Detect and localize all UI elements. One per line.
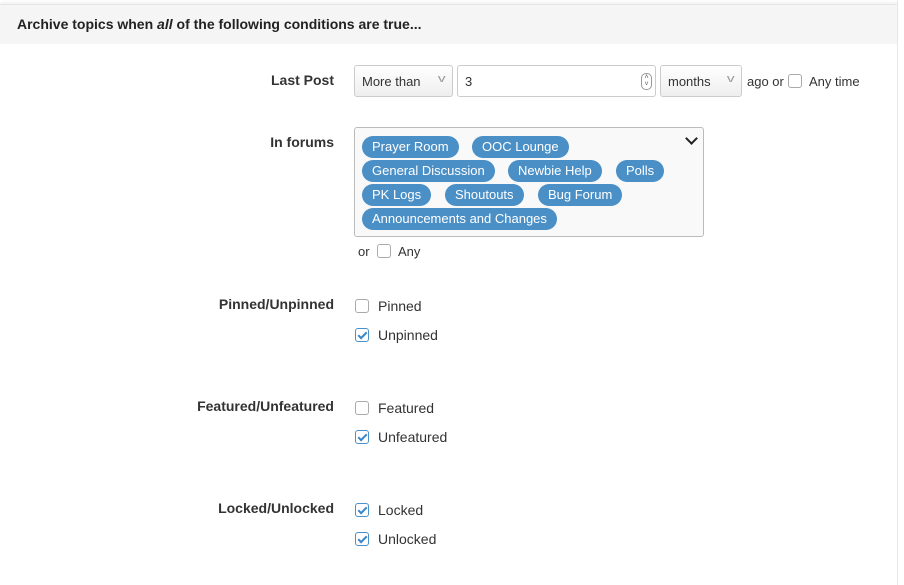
amount-value: 3 xyxy=(465,74,473,89)
unfeatured-checkbox[interactable] xyxy=(355,430,369,444)
unit-value: months xyxy=(668,74,711,89)
any-forum-label: Any xyxy=(398,244,421,259)
forum-tag[interactable]: PK Logs xyxy=(362,184,432,206)
forums-multiselect[interactable]: Prayer Room OOC Lounge General Discussio… xyxy=(354,127,704,237)
any-forum-checkbox[interactable] xyxy=(377,244,391,258)
forums-label: In forums xyxy=(270,134,334,150)
featured-checkbox[interactable] xyxy=(355,401,369,415)
any-time-checkbox[interactable] xyxy=(788,74,802,88)
pinned-group-label: Pinned/Unpinned xyxy=(218,296,334,312)
or-text: or xyxy=(358,244,370,259)
forum-tag[interactable]: General Discussion xyxy=(362,160,495,182)
unpinned-checkbox[interactable] xyxy=(355,328,369,342)
locked-group-label: Locked/Unlocked xyxy=(218,500,334,516)
forum-tag[interactable]: Newbie Help xyxy=(508,160,602,182)
comparison-select[interactable]: More than v xyxy=(354,65,453,97)
unpinned-label: Unpinned xyxy=(378,327,438,343)
any-time-label: Any time xyxy=(809,74,860,89)
unlocked-checkbox[interactable] xyxy=(355,532,369,546)
chevron-down-icon: v xyxy=(437,73,446,85)
stepper-icon[interactable]: ˄ ˅ xyxy=(641,73,652,90)
pinned-checkbox[interactable] xyxy=(355,299,369,313)
ago-or-text: ago or xyxy=(747,74,784,89)
chevron-down-icon[interactable] xyxy=(685,132,698,145)
featured-group-label: Featured/Unfeatured xyxy=(197,398,334,414)
locked-checkbox[interactable] xyxy=(355,503,369,517)
section-title: Archive topics when all of the following… xyxy=(17,16,422,32)
featured-label: Featured xyxy=(378,400,435,416)
forum-tag[interactable]: Polls xyxy=(616,160,665,182)
last-post-label: Last Post xyxy=(270,72,334,88)
pinned-label: Pinned xyxy=(378,298,422,314)
unfeatured-label: Unfeatured xyxy=(378,429,448,445)
forum-tag[interactable]: Shoutouts xyxy=(445,184,524,206)
forum-tag[interactable]: Prayer Room xyxy=(362,136,459,158)
locked-label: Locked xyxy=(378,502,424,518)
amount-input[interactable]: 3 ˄ ˅ xyxy=(457,65,656,97)
section-header: Archive topics when all of the following… xyxy=(0,4,897,44)
forum-tag[interactable]: OOC Lounge xyxy=(472,136,569,158)
forum-tag[interactable]: Bug Forum xyxy=(538,184,623,206)
comparison-value: More than xyxy=(362,74,421,89)
unlocked-label: Unlocked xyxy=(378,531,437,547)
right-border xyxy=(897,0,898,585)
unit-select[interactable]: months v xyxy=(660,65,742,97)
chevron-down-icon: v xyxy=(726,73,735,85)
forum-tag[interactable]: Announcements and Changes xyxy=(362,208,557,230)
